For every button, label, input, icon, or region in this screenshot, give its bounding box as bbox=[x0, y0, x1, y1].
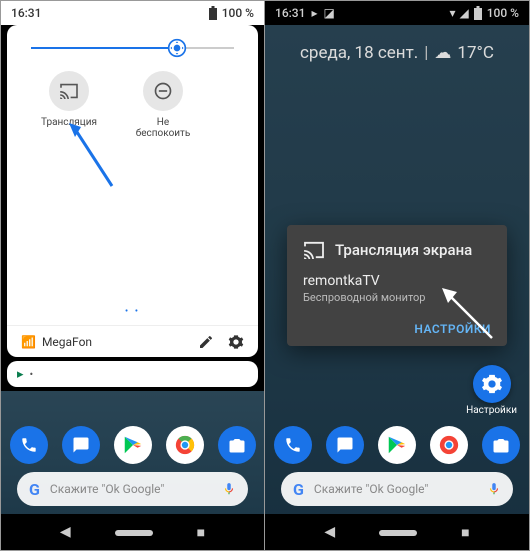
notification-row[interactable]: ▸ • bbox=[7, 361, 258, 387]
nav-home[interactable] bbox=[379, 524, 417, 540]
dnd-icon bbox=[153, 81, 173, 101]
brightness-thumb-icon[interactable] bbox=[167, 38, 187, 62]
dock-phone[interactable] bbox=[10, 426, 48, 464]
signal-icon: ◢ bbox=[459, 6, 468, 20]
status-bar: 16:31 100 % bbox=[1, 1, 264, 25]
tile-dnd-label: Не беспокоить bbox=[131, 117, 195, 139]
dock-messages[interactable] bbox=[62, 426, 100, 464]
cast-icon bbox=[59, 83, 79, 99]
page-indicator: • • bbox=[7, 306, 258, 317]
dock-playstore[interactable] bbox=[378, 426, 416, 464]
search-placeholder: Скажите "Ok Google" bbox=[50, 482, 164, 496]
signal-icon: 📶 bbox=[21, 335, 36, 349]
status-time: 16:31 bbox=[11, 6, 41, 20]
status-play-icon: ▸ bbox=[311, 6, 317, 20]
carrier-label: MegaFon bbox=[42, 335, 92, 349]
dock-playstore[interactable] bbox=[114, 426, 152, 464]
dock-chrome[interactable] bbox=[166, 426, 204, 464]
settings-widget[interactable]: Настройки bbox=[466, 365, 517, 416]
wallpaper: среда, 18 сент. | ☁ 17°C Трансляция экра… bbox=[265, 25, 529, 550]
notif-dot: • bbox=[30, 368, 34, 381]
annotation-arrow-icon bbox=[67, 121, 117, 191]
google-logo-icon: G bbox=[293, 480, 304, 499]
annotation-arrow-icon bbox=[437, 283, 497, 343]
nav-bar: ◀ ■ bbox=[265, 514, 529, 550]
battery-icon bbox=[473, 6, 483, 20]
cast-icon bbox=[303, 241, 325, 259]
edit-icon[interactable] bbox=[198, 334, 214, 350]
dock-phone[interactable] bbox=[274, 426, 312, 464]
settings-widget-label: Настройки bbox=[466, 405, 517, 416]
search-bar[interactable]: G Скажите "Ok Google" bbox=[281, 472, 513, 506]
search-placeholder: Скажите "Ok Google" bbox=[314, 482, 428, 496]
nav-back[interactable]: ◀ bbox=[60, 524, 71, 540]
mic-icon[interactable] bbox=[222, 480, 236, 498]
dock-camera[interactable] bbox=[482, 426, 520, 464]
nav-back[interactable]: ◀ bbox=[324, 524, 335, 540]
status-bar: 16:31 ▸ ◪ ▾ ◢ 100 % bbox=[265, 1, 529, 25]
dock-chrome[interactable] bbox=[430, 426, 468, 464]
dock-camera[interactable] bbox=[218, 426, 256, 464]
cast-title-label: Трансляция экрана bbox=[335, 241, 472, 259]
nav-bar: ◀ ■ bbox=[1, 514, 264, 550]
phone-left: 16:31 100 % Трансляция Не бес bbox=[1, 1, 265, 550]
nav-recent[interactable]: ■ bbox=[197, 524, 205, 541]
battery-text: 100 % bbox=[487, 6, 519, 20]
search-bar[interactable]: G Скажите "Ok Google" bbox=[17, 472, 248, 506]
google-logo-icon: G bbox=[29, 480, 40, 499]
gear-icon[interactable] bbox=[228, 334, 244, 350]
quick-settings-panel: Трансляция Не беспокоить • • 📶 MegaFon bbox=[7, 25, 258, 357]
panel-footer: 📶 MegaFon bbox=[7, 325, 258, 357]
wifi-icon: ▾ bbox=[449, 6, 455, 20]
status-time: 16:31 bbox=[275, 6, 305, 20]
gear-icon bbox=[481, 373, 503, 395]
dock-messages[interactable] bbox=[326, 426, 364, 464]
tile-dnd[interactable]: Не беспокоить bbox=[131, 71, 195, 139]
brightness-slider[interactable] bbox=[31, 47, 234, 49]
battery-icon bbox=[208, 6, 218, 20]
mic-icon[interactable] bbox=[487, 480, 501, 498]
battery-text: 100 % bbox=[222, 6, 254, 20]
nav-home[interactable] bbox=[115, 524, 153, 540]
status-app-icon: ◪ bbox=[323, 6, 334, 20]
notif-app-icon: ▸ bbox=[17, 367, 24, 382]
phone-right: 16:31 ▸ ◪ ▾ ◢ 100 % среда, 18 сент. | ☁ … bbox=[265, 1, 529, 550]
nav-recent[interactable]: ■ bbox=[461, 524, 469, 541]
